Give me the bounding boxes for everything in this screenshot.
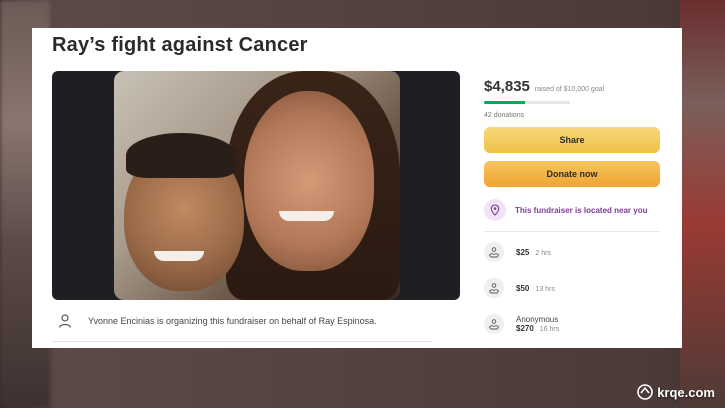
background-blur-right [680,0,725,408]
station-watermark: krqe.com [637,384,715,400]
organizer-text: Yvonne Encinias is organizing this fundr… [88,316,377,326]
donor-amount: $270 [516,324,534,333]
location-pin-icon [484,199,506,221]
donor-item: $50 13 hrs [484,272,666,304]
organizer-row: Yvonne Encinias is organizing this fundr… [52,306,442,336]
donor-time: 13 hrs [535,285,555,293]
fundraiser-photo [114,71,400,300]
amount-raised: $4,835 [484,78,530,95]
divider [52,341,432,342]
donor-item: $25 2 hrs [484,236,666,268]
photo-hair-left [126,133,236,178]
donor-amount: $50 [516,283,530,293]
donor-amount: $25 [516,247,530,257]
photo-smile-right [279,211,334,221]
donation-hands-icon [484,278,504,298]
progress-fill [484,101,526,104]
station-logo-icon [637,384,653,400]
donations-count: 42 donations [484,112,525,119]
location-text: This fundraiser is located near you [515,205,648,215]
donor-name: Anonymous [516,315,559,324]
progress-bar [484,101,570,104]
person-icon [52,308,78,334]
photo-smile-left [154,251,204,261]
donation-hands-icon [484,314,504,334]
page-title: Ray’s fight against Cancer [52,34,308,56]
donor-item: Anonymous $270 16 hrs [484,308,666,340]
fundraiser-photo-frame[interactable] [52,71,460,300]
goal-text: raised of $10,000 goal [534,86,605,93]
amount-row: $4,835 raised of $10,000 goal [484,78,666,95]
divider [484,231,660,232]
share-button[interactable]: Share [484,127,660,153]
donation-hands-icon [484,242,504,262]
donation-sidebar: $4,835 raised of $10,000 goal 42 donatio… [484,78,666,340]
location-notice: This fundraiser is located near you [484,197,666,223]
donate-now-button[interactable]: Donate now [484,161,660,187]
watermark-text: krqe.com [657,384,715,400]
donor-time: 16 hrs [539,326,560,333]
fundraiser-page: Ray’s fight against Cancer Yvonne Encini… [32,28,682,348]
donor-time: 2 hrs [535,249,551,257]
photo-face-right [244,91,374,271]
